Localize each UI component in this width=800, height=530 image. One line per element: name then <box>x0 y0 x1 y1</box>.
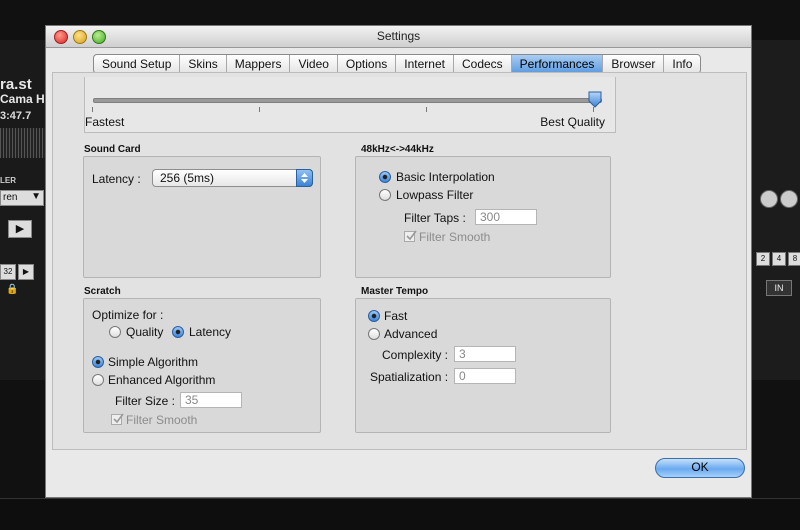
deck-title: ra.st <box>0 76 32 93</box>
optimize-for-label: Optimize for : <box>92 308 164 322</box>
tempo-fast-label: Fast <box>384 309 408 323</box>
label-ler: LER <box>0 176 16 185</box>
complexity-input[interactable]: 3 <box>454 346 516 362</box>
background-bottom-bar <box>0 498 800 530</box>
tab-sound-setup[interactable]: Sound Setup <box>94 55 181 73</box>
tempo-fast-radio[interactable] <box>368 310 380 322</box>
master-tempo-group: Fast Advanced Complexity : 3 Spatializat… <box>355 298 611 433</box>
sound-card-title: Sound Card <box>84 144 141 155</box>
deck-subtitle: Cama H <box>0 92 45 106</box>
simple-algorithm-radio[interactable] <box>92 356 104 368</box>
sound-card-group: Latency : 256 (5ms) <box>83 156 321 278</box>
loop-32-button[interactable]: 32 <box>0 264 16 280</box>
tab-codecs[interactable]: Codecs <box>454 55 512 73</box>
tab-video[interactable]: Video <box>290 55 338 73</box>
loop-8-button[interactable]: 8 <box>788 252 800 266</box>
filter-taps-label: Filter Taps : <box>404 211 466 225</box>
optimize-latency-label: Latency <box>189 325 232 339</box>
slider-tick <box>426 107 427 112</box>
lowpass-filter-radio[interactable] <box>379 189 391 201</box>
filter-size-label: Filter Size : <box>115 394 176 408</box>
scratch-filter-smooth-checkbox[interactable] <box>111 413 124 425</box>
slider-tick <box>259 107 260 112</box>
latency-label: Latency : <box>92 172 141 186</box>
lock-icon: 🔒 <box>6 284 19 295</box>
lowpass-filter-label: Lowpass Filter <box>396 188 474 202</box>
settings-window: Settings Sound Setup Skins Mappers Video… <box>45 25 752 498</box>
tab-internet[interactable]: Internet <box>396 55 454 73</box>
tempo-advanced-label: Advanced <box>384 327 438 341</box>
basic-interpolation-radio[interactable] <box>379 171 391 183</box>
scratch-filter-smooth-label: Filter Smooth <box>126 413 198 427</box>
spatialization-label: Spatialization : <box>370 370 449 384</box>
deck-dropdown-text: ren <box>3 192 18 203</box>
tempo-advanced-radio[interactable] <box>368 328 380 340</box>
waveform <box>0 128 45 158</box>
knob-p1[interactable] <box>760 190 778 208</box>
basic-interpolation-label: Basic Interpolation <box>396 170 495 184</box>
quality-slider-box: Fastest Best Quality <box>84 77 616 133</box>
optimize-quality-radio[interactable] <box>109 326 121 338</box>
left-deck-panel: ra.st Cama H 3:47.7 LER ren ▼ ▶ 32 ▶ 🔒 <box>0 40 45 380</box>
tab-performances[interactable]: Performances <box>511 55 604 73</box>
knob-p2[interactable] <box>780 190 798 208</box>
slider-max-label: Best Quality <box>540 115 605 129</box>
filter-size-input[interactable]: 35 <box>180 392 242 408</box>
right-deck-panel: 2 4 8 IN <box>752 40 800 380</box>
tab-options[interactable]: Options <box>338 55 397 73</box>
play-icon: ▶ <box>15 223 25 235</box>
master-tempo-title: Master Tempo <box>361 286 429 297</box>
title-bar[interactable]: Settings <box>46 26 751 48</box>
chevron-down-icon: ▼ <box>31 191 41 202</box>
scratch-group: Optimize for : Quality Latency Simple Al… <box>83 298 321 433</box>
settings-tabs: Sound Setup Skins Mappers Video Options … <box>93 54 702 74</box>
tab-skins[interactable]: Skins <box>180 55 227 73</box>
performances-panel: Fastest Best Quality Sound Card Latency … <box>52 72 747 450</box>
resampling-title: 48kHz<->44kHz <box>361 144 434 155</box>
complexity-label: Complexity : <box>382 348 449 362</box>
ok-button[interactable]: OK <box>655 458 745 478</box>
loop-4-button[interactable]: 4 <box>772 252 786 266</box>
latency-select[interactable]: 256 (5ms) <box>152 169 313 187</box>
simple-algorithm-label: Simple Algorithm <box>108 355 199 369</box>
play-button[interactable]: ▶ <box>8 220 32 238</box>
filter-taps-input[interactable]: 300 <box>475 209 537 225</box>
enhanced-algorithm-label: Enhanced Algorithm <box>108 373 216 387</box>
loop-in-button[interactable]: IN <box>766 280 792 296</box>
scratch-title: Scratch <box>84 286 121 297</box>
play-small-button[interactable]: ▶ <box>18 264 34 280</box>
resampling-filter-smooth-checkbox[interactable] <box>404 230 417 242</box>
loop-2-button[interactable]: 2 <box>756 252 770 266</box>
window-title: Settings <box>376 29 421 43</box>
deck-dropdown[interactable]: ren ▼ <box>0 190 44 206</box>
tab-mappers[interactable]: Mappers <box>227 55 291 73</box>
play-icon: ▶ <box>22 267 30 276</box>
resampling-filter-smooth-label: Filter Smooth <box>419 230 491 244</box>
quality-slider-thumb[interactable] <box>588 91 602 108</box>
tab-browser[interactable]: Browser <box>603 55 665 73</box>
slider-tick <box>92 107 93 112</box>
slider-min-label: Fastest <box>85 115 125 129</box>
updown-arrows-icon <box>296 169 313 187</box>
quality-slider-track[interactable] <box>93 98 602 103</box>
optimize-latency-radio[interactable] <box>172 326 184 338</box>
deck-time: 3:47.7 <box>0 110 32 122</box>
resampling-group: Basic Interpolation Lowpass Filter Filte… <box>355 156 611 278</box>
optimize-quality-label: Quality <box>126 325 164 339</box>
enhanced-algorithm-radio[interactable] <box>92 374 104 386</box>
tab-info[interactable]: Info <box>664 55 700 73</box>
spatialization-input[interactable]: 0 <box>454 368 516 384</box>
latency-select-value: 256 (5ms) <box>160 171 215 185</box>
